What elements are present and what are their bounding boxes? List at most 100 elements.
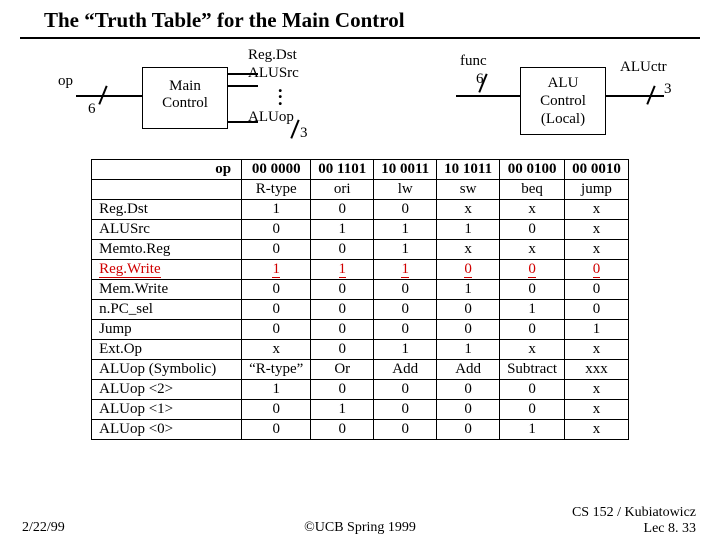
truth-cell: 0 <box>374 400 437 420</box>
func-label: func <box>460 53 487 70</box>
truth-cell: Or <box>311 360 374 380</box>
truth-cell: 1 <box>500 300 565 320</box>
row-label: Reg.Write <box>92 260 242 280</box>
truth-cell: 1 <box>500 420 565 440</box>
header-opcode: 10 0011 <box>374 160 437 180</box>
truth-cell: x <box>565 240 629 260</box>
truth-cell: 0 <box>565 280 629 300</box>
truth-cell: x <box>565 220 629 240</box>
truth-cell: 0 <box>242 280 311 300</box>
header-opcode: 00 0010 <box>565 160 629 180</box>
op-slash <box>98 87 110 103</box>
op-width: 6 <box>88 101 96 118</box>
truth-cell: 1 <box>311 260 374 280</box>
header-opcode: 00 1101 <box>311 160 374 180</box>
truth-cell: 0 <box>311 200 374 220</box>
truth-cell: 1 <box>242 200 311 220</box>
truth-cell: 0 <box>311 420 374 440</box>
truth-cell: 0 <box>311 340 374 360</box>
truth-cell: 1 <box>311 400 374 420</box>
type-cell: lw <box>374 180 437 200</box>
func-width: 6 <box>476 71 484 88</box>
vertical-dots-icon: ... <box>278 83 283 102</box>
truth-cell: x <box>500 340 565 360</box>
truth-cell: xxx <box>565 360 629 380</box>
control-diagram: op 6 Main Control Reg.Dst ALUSrc ... ALU… <box>20 43 700 159</box>
aluop-label: ALUop <box>248 109 294 126</box>
type-cell: jump <box>565 180 629 200</box>
truth-cell: 0 <box>500 380 565 400</box>
row-label: Memto.Reg <box>92 240 242 260</box>
truth-cell: x <box>565 400 629 420</box>
truth-cell: 0 <box>242 240 311 260</box>
truth-cell: 0 <box>437 320 500 340</box>
truth-cell: Add <box>374 360 437 380</box>
truth-cell: 0 <box>437 380 500 400</box>
row-label: Mem.Write <box>92 280 242 300</box>
truth-cell: 0 <box>374 420 437 440</box>
truth-cell: 1 <box>374 220 437 240</box>
truth-cell: x <box>565 380 629 400</box>
truth-cell: 0 <box>565 300 629 320</box>
type-cell: ori <box>311 180 374 200</box>
main-box-line1: Main <box>143 78 227 95</box>
truth-cell: 0 <box>437 300 500 320</box>
truth-cell: “R-type” <box>242 360 311 380</box>
footer-source-line1: CS 152 / Kubiatowicz <box>572 505 696 520</box>
truth-cell: x <box>565 420 629 440</box>
truth-cell: 1 <box>242 260 311 280</box>
row-label: ALUop <2> <box>92 380 242 400</box>
truth-cell: x <box>500 200 565 220</box>
truth-cell: 1 <box>437 220 500 240</box>
main-control-box: Main Control <box>142 67 228 129</box>
alusrc-wire <box>228 85 258 87</box>
truth-cell: x <box>565 200 629 220</box>
type-row-label <box>92 180 242 200</box>
row-label: ALUop <0> <box>92 420 242 440</box>
truth-cell: 0 <box>437 400 500 420</box>
truth-cell: 0 <box>242 220 311 240</box>
op-label: op <box>58 73 73 90</box>
truth-cell: 0 <box>311 300 374 320</box>
truth-cell: 0 <box>374 380 437 400</box>
title-rule <box>20 37 700 39</box>
truth-cell: 1 <box>437 280 500 300</box>
truth-cell: 0 <box>311 320 374 340</box>
truth-cell: 0 <box>242 420 311 440</box>
truth-cell: 0 <box>242 300 311 320</box>
row-label: ALUop <1> <box>92 400 242 420</box>
footer-source-line2: Lec 8. 33 <box>644 521 696 536</box>
truth-cell: x <box>437 200 500 220</box>
row-label: Jump <box>92 320 242 340</box>
func-wire <box>456 95 520 97</box>
truth-cell: Add <box>437 360 500 380</box>
aluop-width: 3 <box>300 125 308 142</box>
truth-cell: 0 <box>500 260 565 280</box>
main-box-line2: Control <box>143 95 227 112</box>
aluctr-label: ALUctr <box>620 59 667 76</box>
alu-box-line1: ALU <box>521 74 605 92</box>
header-op: op <box>92 160 242 180</box>
regdst-label: Reg.Dst <box>248 47 297 64</box>
row-label: Reg.Dst <box>92 200 242 220</box>
row-label: Ext.Op <box>92 340 242 360</box>
truth-cell: 0 <box>500 320 565 340</box>
truth-cell: 1 <box>311 220 374 240</box>
truth-cell: x <box>500 240 565 260</box>
truth-cell: 0 <box>374 300 437 320</box>
aluctr-slash <box>646 87 658 103</box>
row-label: n.PC_sel <box>92 300 242 320</box>
truth-cell: 0 <box>242 400 311 420</box>
truth-cell: 0 <box>374 320 437 340</box>
header-opcode: 00 0000 <box>242 160 311 180</box>
type-cell: R-type <box>242 180 311 200</box>
alu-box-line3: (Local) <box>521 110 605 128</box>
type-cell: beq <box>500 180 565 200</box>
truth-cell: 0 <box>500 220 565 240</box>
truth-cell: 1 <box>242 380 311 400</box>
alu-box-line2: Control <box>521 92 605 110</box>
footer-source: CS 152 / Kubiatowicz Lec 8. 33 <box>572 505 696 536</box>
truth-cell: Subtract <box>500 360 565 380</box>
header-opcode: 10 1011 <box>437 160 500 180</box>
truth-cell: 0 <box>374 280 437 300</box>
